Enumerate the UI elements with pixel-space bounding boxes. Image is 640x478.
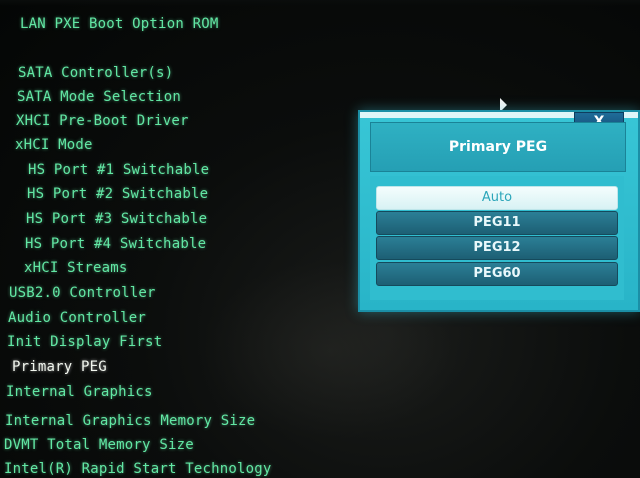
top-strip — [0, 0, 640, 6]
menu-item-hs-port-3-switchable[interactable]: HS Port #3 Switchable — [26, 211, 207, 227]
menu-item-dvmt-total-memory-size[interactable]: DVMT Total Memory Size — [4, 437, 194, 453]
menu-item-usb2-controller[interactable]: USB2.0 Controller — [9, 285, 156, 301]
menu-item-sata-controllers[interactable]: SATA Controller(s) — [18, 65, 173, 81]
menu-item-xhci-pre-boot-driver[interactable]: XHCI Pre-Boot Driver — [16, 113, 189, 129]
dialog-options-list: Auto PEG11 PEG12 PEG60 — [370, 176, 624, 300]
menu-item-primary-peg[interactable]: Primary PEG — [12, 359, 107, 375]
menu-item-internal-graphics-memory-size[interactable]: Internal Graphics Memory Size — [5, 413, 255, 429]
menu-item-internal-graphics[interactable]: Internal Graphics — [6, 384, 153, 400]
option-peg60[interactable]: PEG60 — [376, 262, 618, 286]
menu-item-audio-controller[interactable]: Audio Controller — [8, 310, 146, 326]
menu-item-sata-mode-selection[interactable]: SATA Mode Selection — [17, 89, 181, 105]
dialog-title: Primary PEG — [448, 139, 548, 155]
menu-item-init-display-first[interactable]: Init Display First — [7, 334, 162, 350]
menu-item-hs-port-4-switchable[interactable]: HS Port #4 Switchable — [25, 236, 206, 252]
dialog-title-box: Primary PEG — [370, 122, 626, 172]
menu-item-xhci-streams[interactable]: xHCI Streams — [24, 260, 128, 276]
menu-item-hs-port-1-switchable[interactable]: HS Port #1 Switchable — [28, 162, 209, 178]
primary-peg-dialog: X Primary PEG Auto PEG11 PEG12 PEG60 — [358, 110, 640, 312]
option-peg11[interactable]: PEG11 — [376, 211, 618, 235]
menu-item-hs-port-2-switchable[interactable]: HS Port #2 Switchable — [27, 186, 208, 202]
option-auto[interactable]: Auto — [376, 186, 618, 210]
bios-screen: LAN PXE Boot Option ROM SATA Controller(… — [0, 0, 640, 478]
menu-item-intel-rapid-start-technology[interactable]: Intel(R) Rapid Start Technology — [4, 461, 272, 477]
menu-item-xhci-mode[interactable]: xHCI Mode — [15, 137, 93, 153]
menu-item-lan-pxe-boot-option-rom[interactable]: LAN PXE Boot Option ROM — [20, 16, 218, 32]
option-peg12[interactable]: PEG12 — [376, 236, 618, 260]
